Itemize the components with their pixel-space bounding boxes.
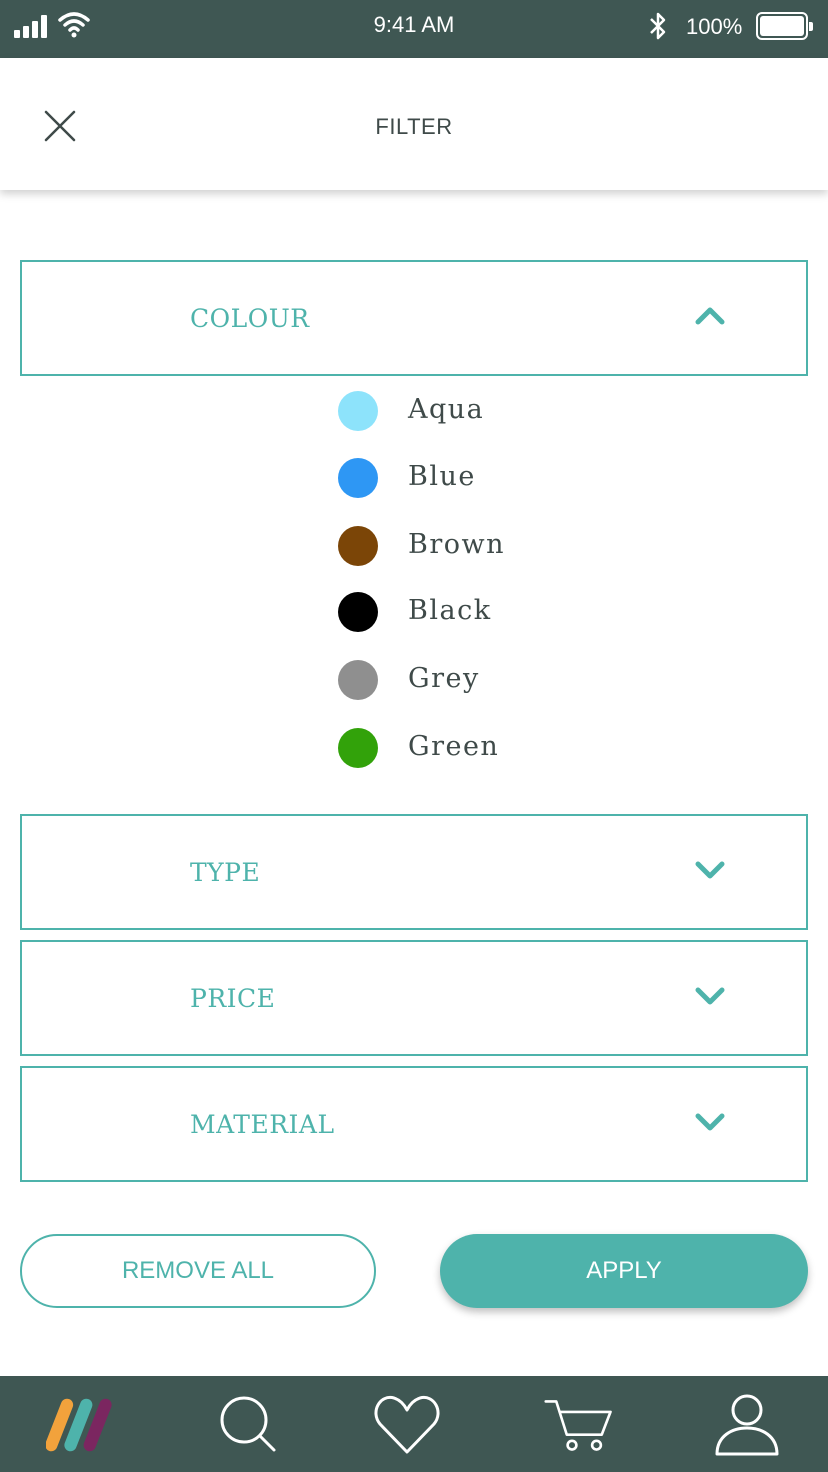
- brand-logo-icon[interactable]: [46, 1390, 116, 1460]
- colour-swatch: [338, 660, 378, 700]
- colour-label: Black: [408, 595, 492, 626]
- colour-label: Aqua: [408, 394, 485, 425]
- colour-label: Grey: [408, 663, 480, 694]
- status-bar: 9:41 AM 100%: [0, 0, 828, 58]
- colour-label: Blue: [408, 461, 476, 492]
- bluetooth-icon: [650, 12, 666, 40]
- search-icon[interactable]: [214, 1390, 284, 1460]
- section-colour[interactable]: COLOUR: [20, 260, 808, 376]
- section-material[interactable]: MATERIAL: [20, 1066, 808, 1182]
- bottom-nav: [0, 1376, 828, 1472]
- heart-icon[interactable]: [372, 1390, 442, 1460]
- battery-icon: [756, 12, 813, 40]
- colour-option-green[interactable]: Green: [338, 727, 638, 769]
- colour-swatch: [338, 592, 378, 632]
- chevron-up-icon: [695, 307, 725, 325]
- filter-header: FILTER: [0, 58, 828, 190]
- colour-swatch: [338, 728, 378, 768]
- colour-swatch: [338, 458, 378, 498]
- colour-option-black[interactable]: Black: [338, 591, 638, 633]
- colour-option-aqua[interactable]: Aqua: [338, 390, 638, 432]
- section-price[interactable]: PRICE: [20, 940, 808, 1056]
- section-type[interactable]: TYPE: [20, 814, 808, 930]
- chevron-down-icon: [695, 1113, 725, 1131]
- battery-percent: 100%: [686, 14, 743, 39]
- colour-label: Green: [408, 731, 500, 762]
- section-price-label: PRICE: [190, 984, 276, 1013]
- cart-icon[interactable]: [544, 1390, 614, 1460]
- page-title: FILTER: [375, 114, 453, 139]
- section-material-label: MATERIAL: [190, 1110, 335, 1139]
- remove-all-button[interactable]: REMOVE ALL: [20, 1234, 376, 1308]
- colour-swatch: [338, 391, 378, 431]
- colour-option-blue[interactable]: Blue: [338, 457, 638, 499]
- colour-option-grey[interactable]: Grey: [338, 659, 638, 701]
- colour-swatch: [338, 526, 378, 566]
- colour-option-brown[interactable]: Brown: [338, 525, 638, 567]
- apply-button[interactable]: APPLY: [440, 1234, 808, 1308]
- section-type-label: TYPE: [190, 858, 261, 887]
- profile-icon[interactable]: [712, 1390, 782, 1460]
- chevron-down-icon: [695, 987, 725, 1005]
- chevron-down-icon: [695, 861, 725, 879]
- section-colour-label: COLOUR: [190, 304, 310, 333]
- colour-label: Brown: [408, 529, 506, 560]
